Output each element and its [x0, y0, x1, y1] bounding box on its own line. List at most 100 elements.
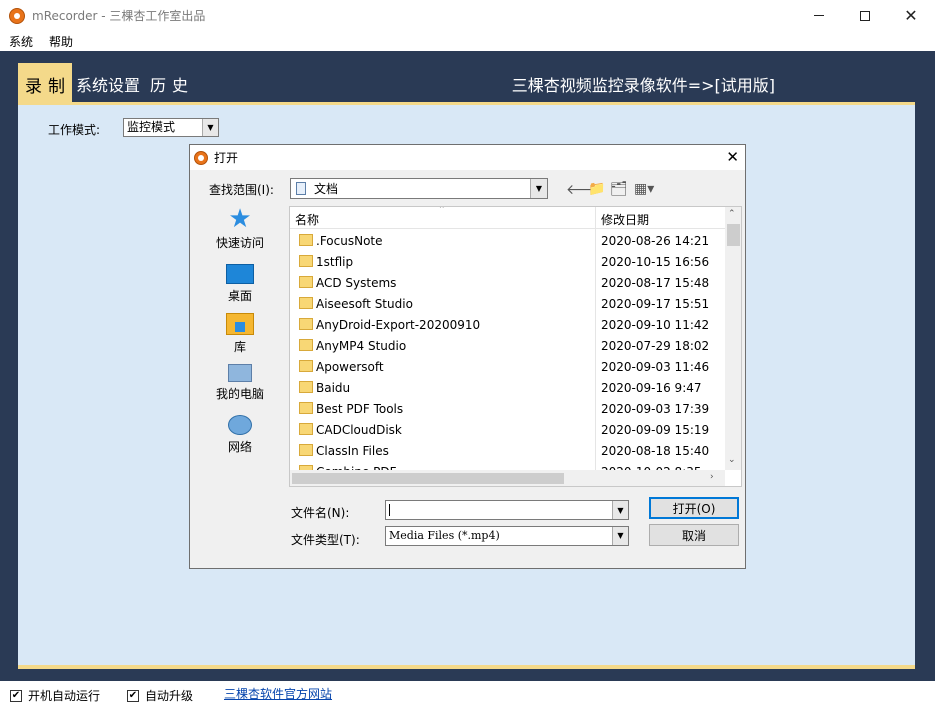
autorun-label: 开机自动运行 [28, 689, 101, 703]
checkmark-icon: ✔ [127, 689, 139, 702]
network-icon [228, 415, 252, 435]
file-date: 2020-09-10 11:42 [601, 318, 710, 332]
scroll-down-icon[interactable]: ⌄ [728, 455, 736, 465]
menu-system[interactable]: 系统 [2, 33, 40, 50]
file-row[interactable]: ACD Systems 2020-08-17 15:48 [290, 272, 725, 293]
chevron-down-icon[interactable]: ▼ [612, 527, 628, 545]
title-bar: mRecorder - 三棵杏工作室出品 ✕ [0, 0, 935, 31]
folder-icon [299, 360, 313, 372]
work-mode-select[interactable]: 监控模式 ▼ [123, 118, 219, 137]
tab-settings[interactable]: 系统设置 [76, 63, 140, 105]
file-name: Aiseesoft Studio [316, 297, 413, 311]
look-in-combo[interactable]: 文档 ▼ [290, 178, 548, 199]
file-row[interactable]: Aiseesoft Studio 2020-09-17 15:51 [290, 293, 725, 314]
file-type-select[interactable]: Media Files (*.mp4) ▼ [385, 526, 629, 546]
horizontal-scrollbar[interactable]: › [290, 470, 725, 486]
text-caret [389, 504, 390, 516]
desktop-icon [226, 264, 254, 284]
chevron-down-icon[interactable]: ▼ [530, 179, 547, 198]
file-row[interactable]: Best PDF Tools 2020-09-03 17:39 [290, 398, 725, 419]
file-name-input[interactable]: ▼ [385, 500, 629, 520]
close-icon: ✕ [904, 5, 918, 25]
file-name: ACD Systems [316, 276, 397, 290]
vertical-scrollbar[interactable]: ⌃ ⌄ [725, 207, 741, 470]
file-row[interactable]: 1stflip 2020-10-15 16:56 [290, 251, 725, 272]
folder-icon [299, 297, 313, 309]
autorun-checkbox[interactable]: ✔ 开机自动运行 [10, 687, 100, 704]
maximize-button[interactable] [842, 0, 888, 31]
file-name: Baidu [316, 381, 351, 395]
menu-help[interactable]: 帮助 [42, 33, 80, 50]
file-row[interactable]: AnyDroid-Export-20200910 2020-09-10 11:42 [290, 314, 725, 335]
folder-icon [299, 276, 313, 288]
official-site-link[interactable]: 三棵杏软件官方网站 [224, 685, 332, 702]
maximize-icon [860, 10, 870, 21]
file-name: Apowersoft [316, 360, 384, 374]
open-button[interactable]: 打开(O) [649, 497, 739, 519]
file-name: .FocusNote [316, 234, 383, 248]
star-icon: ★ [228, 204, 252, 234]
place-desktop[interactable]: 桌面 [204, 262, 276, 304]
folder-icon [299, 234, 313, 246]
folder-icon [299, 444, 313, 456]
file-name-label: 文件名(N): [291, 506, 350, 520]
scroll-up-icon[interactable]: ⌃ [728, 209, 736, 219]
file-date: 2020-09-03 11:46 [601, 360, 710, 374]
file-date: 2020-08-26 14:21 [601, 234, 710, 248]
column-name-header[interactable]: 名称 [295, 211, 319, 228]
place-library[interactable]: 库 [204, 313, 276, 355]
file-row[interactable]: .FocusNote 2020-08-26 14:21 [290, 230, 725, 251]
file-row[interactable]: AnyMP4 Studio 2020-07-29 18:02 [290, 335, 725, 356]
work-mode-label: 工作模式: [48, 123, 101, 137]
checkmark-icon: ✔ [10, 689, 22, 702]
scroll-right-icon[interactable]: › [710, 472, 714, 482]
file-date: 2020-09-17 15:51 [601, 297, 710, 311]
file-name: AnyMP4 Studio [316, 339, 407, 353]
documents-icon [296, 182, 306, 195]
place-label: 我的电脑 [215, 387, 264, 401]
tab-record[interactable]: 录制 [18, 63, 72, 105]
file-name: CADCloudDisk [316, 423, 402, 437]
status-bar: ✔ 开机自动运行 ✔ 自动升级 三棵杏软件官方网站 [0, 681, 935, 708]
menu-bar: 系统 帮助 [0, 31, 935, 51]
place-label: 库 [233, 340, 246, 354]
column-date-header[interactable]: 修改日期 [601, 211, 649, 228]
file-row[interactable]: CADCloudDisk 2020-09-09 15:19 [290, 419, 725, 440]
vertical-scroll-thumb[interactable] [727, 224, 740, 246]
folder-icon [299, 423, 313, 435]
place-computer[interactable]: 我的电脑 [204, 364, 276, 402]
computer-icon [228, 364, 252, 382]
file-name: Best PDF Tools [316, 402, 404, 416]
sort-up-icon: ⌃ [438, 206, 446, 215]
file-name: AnyDroid-Export-20200910 [316, 318, 481, 332]
dialog-title: 打开 [214, 151, 239, 165]
new-folder-icon[interactable]: 🗂 [610, 181, 628, 197]
file-row[interactable]: ClassIn Files 2020-08-18 15:40 [290, 440, 725, 461]
dialog-close-icon[interactable]: ✕ [726, 148, 739, 166]
place-network[interactable]: 网络 [204, 415, 276, 455]
window-title: mRecorder - 三棵杏工作室出品 [32, 9, 206, 23]
auto-upgrade-checkbox[interactable]: ✔ 自动升级 [127, 687, 193, 704]
folder-icon [299, 402, 313, 414]
file-list: 名称 ⌃ 修改日期 .FocusNote 2020-08-26 14:21 1stf… [289, 206, 742, 487]
file-name: 1stflip [316, 255, 354, 269]
place-label: 网络 [227, 440, 252, 454]
minimize-button[interactable] [796, 0, 842, 31]
file-row[interactable]: Apowersoft 2020-09-03 11:46 [290, 356, 725, 377]
chevron-down-icon[interactable]: ▼ [202, 119, 218, 136]
places-bar: ★ 快速访问 桌面 库 我的电脑 网络 [204, 204, 276, 477]
cancel-button[interactable]: 取消 [649, 524, 739, 546]
file-rows: .FocusNote 2020-08-26 14:21 1stflip 2020-10… [290, 230, 725, 482]
horizontal-scroll-thumb[interactable] [292, 473, 564, 484]
auto-upgrade-label: 自动升级 [145, 689, 194, 703]
dialog-app-icon [194, 150, 208, 165]
app-logo-icon [9, 7, 25, 24]
tab-history[interactable]: 历史 [150, 63, 194, 105]
file-row[interactable]: Baidu 2020-09-16 9:47 [290, 377, 725, 398]
up-folder-icon[interactable]: 📁 [588, 181, 605, 197]
place-quick-access[interactable]: ★ 快速访问 [204, 204, 276, 251]
close-button[interactable]: ✕ [888, 0, 934, 31]
chevron-down-icon[interactable]: ▼ [612, 501, 628, 519]
view-menu-icon[interactable]: ▦▾ [634, 181, 654, 197]
file-type-label: 文件类型(T): [291, 533, 360, 547]
